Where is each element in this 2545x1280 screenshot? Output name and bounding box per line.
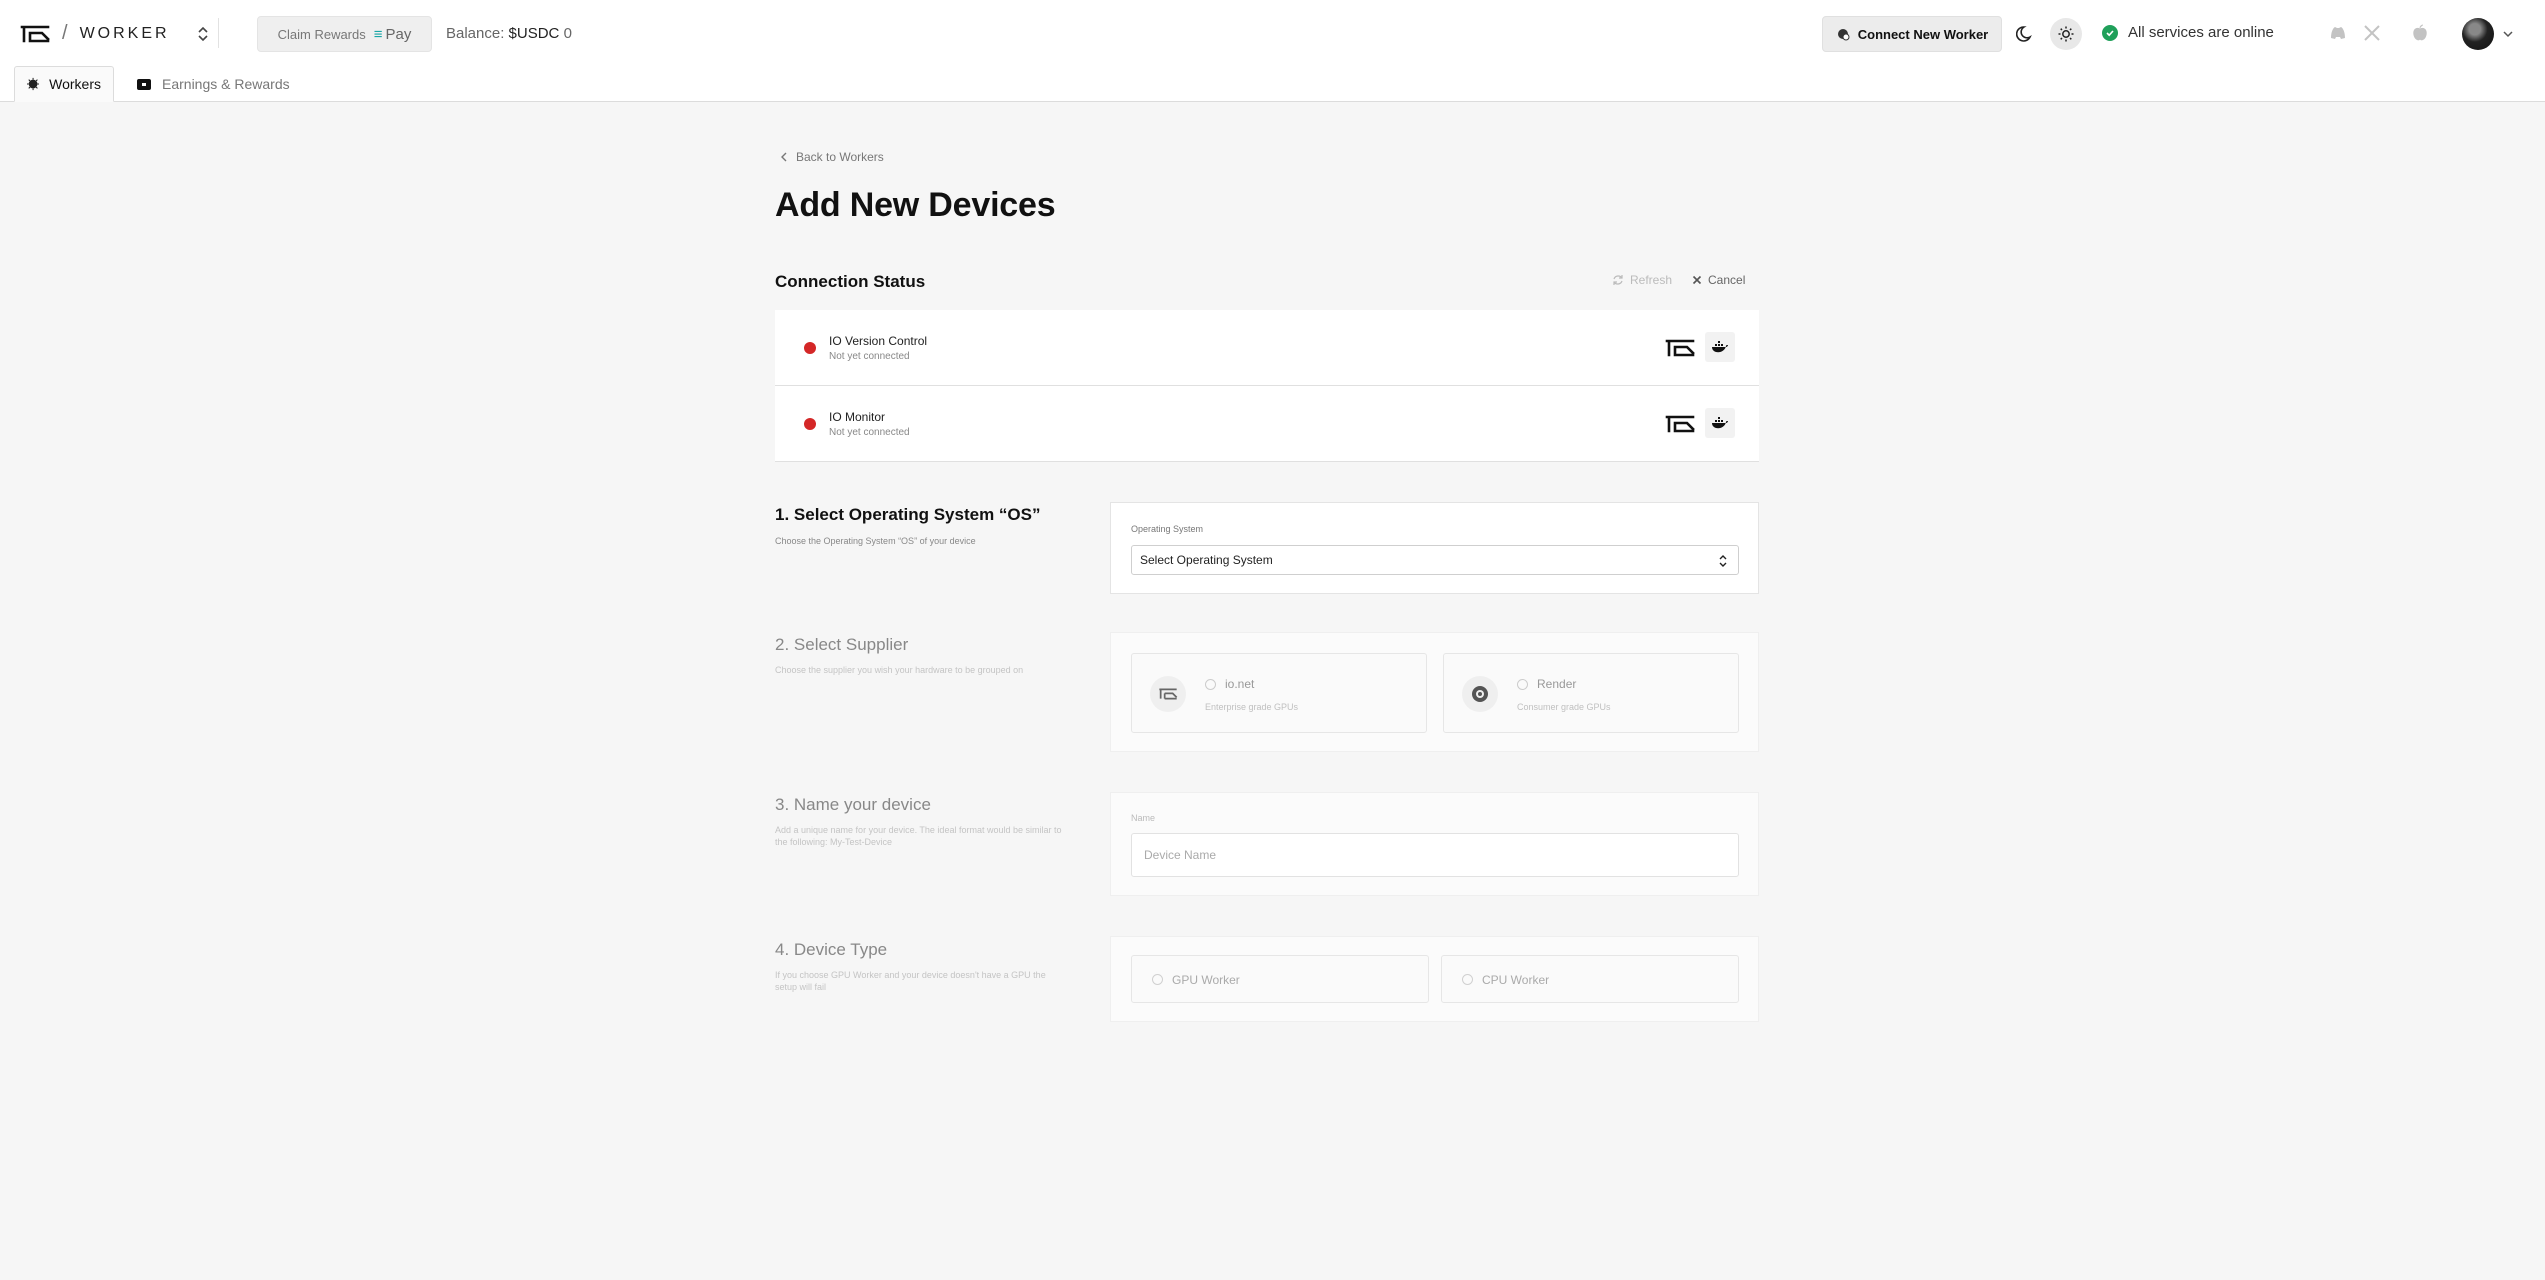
chip-icon xyxy=(27,77,40,91)
os-select-value: Select Operating System xyxy=(1140,553,1273,567)
os-panel: Operating System Select Operating System xyxy=(1110,502,1759,594)
tab-earnings-rewards[interactable]: Earnings & Rewards xyxy=(124,66,302,102)
device-type-section-description: If you choose GPU Worker and your device… xyxy=(775,970,1046,992)
device-type-radio[interactable] xyxy=(1462,974,1473,985)
connection-name: IO Version Control xyxy=(829,334,928,348)
connect-new-worker-button[interactable]: Connect New Worker xyxy=(1822,16,2002,52)
name-panel: Name Device Name xyxy=(1110,792,1759,896)
os-select[interactable]: Select Operating System xyxy=(1131,545,1739,575)
supplier-section-title: 2. Select Supplier xyxy=(775,635,909,654)
discord-icon[interactable] xyxy=(2328,24,2348,42)
top-header: / WORKER Claim Rewards ≡ Pay Balance: $US… xyxy=(0,0,2545,66)
supplier-title: io.net xyxy=(1225,677,1255,691)
refresh-icon xyxy=(1613,275,1623,285)
chevron-up-down-icon[interactable] xyxy=(196,25,210,43)
close-icon xyxy=(1692,275,1702,285)
name-section-title: 3. Name your device xyxy=(775,795,931,814)
device-name-input[interactable]: Device Name xyxy=(1131,833,1739,877)
brand-separator: / xyxy=(62,22,68,44)
light-mode-button[interactable] xyxy=(2050,18,2082,50)
device-type-label: CPU Worker xyxy=(1482,973,1550,987)
moon-icon[interactable] xyxy=(2016,24,2036,44)
supplier-option-render[interactable]: Render Consumer grade GPUs xyxy=(1443,653,1739,733)
chevron-up-down-icon xyxy=(1719,555,1727,567)
refresh-button[interactable]: Refresh xyxy=(1612,273,1672,287)
device-type-option-cpu[interactable]: CPU Worker xyxy=(1441,955,1739,1003)
device-type-section-title: 4. Device Type xyxy=(775,940,888,959)
connection-row-version-control: IO Version Control Not yet connected xyxy=(775,310,1759,386)
tab-earnings-rewards-label: Earnings & Rewards xyxy=(162,76,290,92)
cancel-label: Cancel xyxy=(1708,273,1746,287)
device-type-option-gpu[interactable]: GPU Worker xyxy=(1131,955,1429,1003)
supplier-panel: io.net Enterprise grade GPUs Render Cons… xyxy=(1110,632,1759,752)
chevron-down-icon[interactable] xyxy=(2502,28,2514,40)
product-name: WORKER xyxy=(79,24,170,42)
user-avatar[interactable] xyxy=(2462,18,2494,50)
os-section-description: Choose the Operating System “OS” of your… xyxy=(775,536,976,546)
apple-icon[interactable] xyxy=(2410,24,2430,42)
page-title: Add New Devices xyxy=(775,186,1056,224)
render-logo-icon xyxy=(1462,676,1498,712)
supplier-subtitle: Consumer grade GPUs xyxy=(1517,702,1611,712)
io-logo-icon xyxy=(1665,339,1695,357)
claim-rewards-label: Claim Rewards xyxy=(277,26,366,42)
claim-rewards-button[interactable]: Claim Rewards ≡ Pay xyxy=(257,16,432,52)
os-field-label: Operating System xyxy=(1131,524,1204,534)
connect-new-worker-label: Connect New Worker xyxy=(1857,26,1989,42)
connection-status-text: Not yet connected xyxy=(829,427,910,438)
supplier-option-ionet[interactable]: io.net Enterprise grade GPUs xyxy=(1131,653,1427,733)
balance-display: Balance: $USDC 0 xyxy=(446,25,572,42)
refresh-label: Refresh xyxy=(1630,273,1673,287)
connection-row-monitor: IO Monitor Not yet connected xyxy=(775,386,1759,462)
device-name-placeholder: Device Name xyxy=(1144,848,1217,862)
name-field-label: Name xyxy=(1131,813,1156,823)
docker-icon xyxy=(1705,332,1735,362)
service-status-text: All services are online xyxy=(2128,24,2274,41)
service-status: All services are online xyxy=(2102,24,2274,41)
balance-label: Balance: xyxy=(446,25,505,42)
pay-badge: ≡ Pay xyxy=(374,26,412,43)
tab-workers[interactable]: Workers xyxy=(14,66,114,102)
not-connected-indicator xyxy=(804,342,816,354)
supplier-radio[interactable] xyxy=(1205,679,1216,690)
tab-workers-label: Workers xyxy=(49,76,101,92)
connection-status-text: Not yet connected xyxy=(829,351,910,362)
header-divider xyxy=(218,18,219,48)
os-section-title: 1. Select Operating System “OS” xyxy=(775,505,1041,524)
back-to-workers-link[interactable]: Back to Workers xyxy=(780,150,884,164)
x-twitter-icon[interactable] xyxy=(2362,24,2382,42)
not-connected-indicator xyxy=(804,418,816,430)
docker-icon xyxy=(1705,408,1735,438)
sun-icon xyxy=(2058,26,2074,42)
main-tabs: Workers Earnings & Rewards xyxy=(0,66,2545,102)
supplier-subtitle: Enterprise grade GPUs xyxy=(1205,702,1299,712)
check-circle-icon xyxy=(2102,24,2118,41)
connection-status-title: Connection Status xyxy=(775,272,926,291)
supplier-section-description: Choose the supplier you wish your hardwa… xyxy=(775,665,1024,675)
worker-chip-icon xyxy=(1837,29,1850,41)
balance-currency: $USDC xyxy=(508,25,560,42)
io-logo-icon xyxy=(20,25,50,42)
supplier-title: Render xyxy=(1537,677,1577,691)
io-logo-icon xyxy=(1150,676,1186,712)
io-logo-icon xyxy=(1665,415,1695,433)
wallet-icon xyxy=(137,79,151,90)
pay-icon: ≡ xyxy=(373,25,383,43)
device-type-radio[interactable] xyxy=(1152,974,1163,985)
pay-label: Pay xyxy=(385,25,412,43)
balance-value: 0 xyxy=(563,25,572,42)
device-type-panel: GPU Worker CPU Worker xyxy=(1110,936,1759,1022)
name-section-description: Add a unique name for your device. The i… xyxy=(775,825,1062,847)
back-to-workers-label: Back to Workers xyxy=(796,150,884,164)
cancel-button[interactable]: Cancel xyxy=(1692,273,1745,287)
brand-switcher[interactable]: / WORKER xyxy=(20,22,210,45)
connection-name: IO Monitor xyxy=(829,410,886,424)
supplier-radio[interactable] xyxy=(1517,679,1528,690)
chevron-left-icon xyxy=(781,152,787,162)
device-type-label: GPU Worker xyxy=(1172,973,1240,987)
